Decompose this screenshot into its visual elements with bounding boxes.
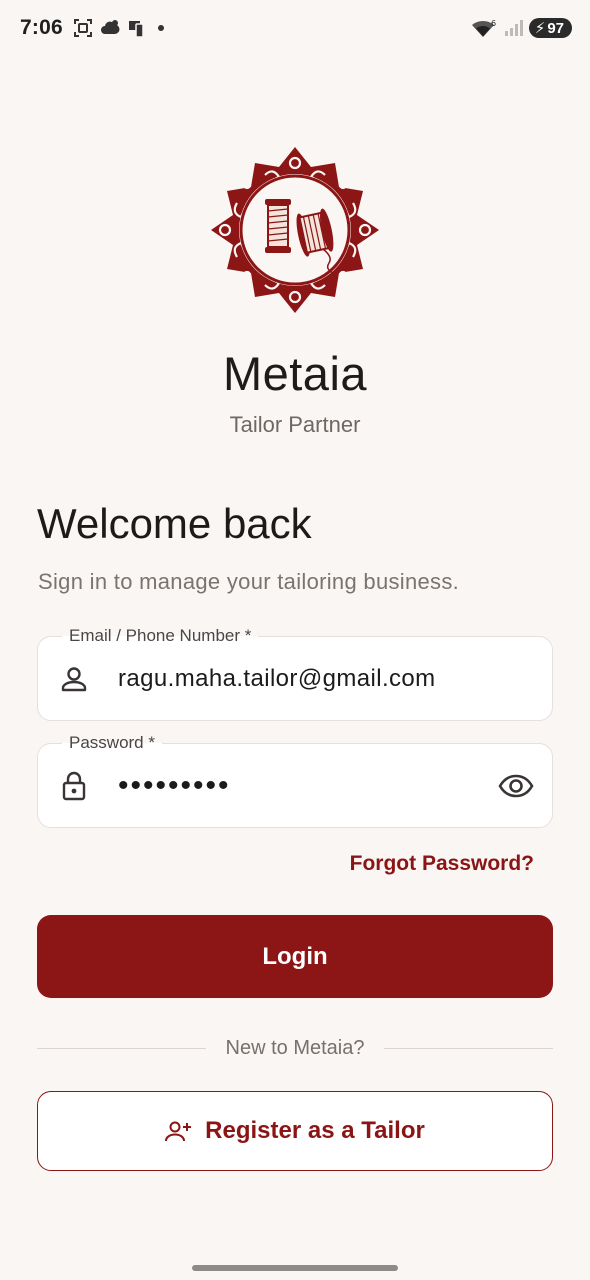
login-button[interactable]: Login <box>37 915 553 998</box>
eye-icon[interactable] <box>498 768 534 804</box>
email-input[interactable]: ragu.maha.tailor@gmail.com <box>118 665 482 693</box>
register-tailor-button[interactable]: Register as a Tailor <box>37 1091 553 1171</box>
divider-line-right <box>384 1047 553 1049</box>
app-subtitle: Tailor Partner <box>229 412 361 437</box>
welcome-subtitle: Sign in to manage your tailoring busines… <box>38 569 460 594</box>
register-divider: New to Metaia? <box>37 1035 553 1061</box>
lock-icon <box>58 770 90 802</box>
password-field-label: Password * <box>62 731 162 755</box>
add-person-icon <box>165 1121 192 1142</box>
weather-icon <box>100 20 120 34</box>
thread-spool-icon <box>265 199 291 253</box>
status-right: 6 ⚡ 97 <box>471 18 572 38</box>
password-field[interactable]: Password * ••••••••• <box>37 731 553 828</box>
metaia-logo <box>211 147 379 313</box>
register-tailor-label: Register as a Tailor <box>205 1117 425 1144</box>
wifi-icon: 6 <box>471 19 496 37</box>
svg-text:6: 6 <box>491 19 496 28</box>
status-left: 7:06 <box>20 16 164 40</box>
email-field[interactable]: Email / Phone Number * ragu.maha.tailor@… <box>37 624 553 721</box>
password-input[interactable]: ••••••••• <box>118 770 482 801</box>
home-indicator[interactable] <box>192 1265 398 1271</box>
battery-level: 97 <box>547 19 564 37</box>
battery-icon: ⚡ 97 <box>528 18 572 38</box>
screenshot-icon <box>73 19 92 37</box>
email-field-label: Email / Phone Number * <box>62 624 259 648</box>
device-icon <box>128 21 144 38</box>
status-notification-icons <box>73 18 164 38</box>
app-name: Metaia <box>222 347 368 400</box>
person-icon <box>58 663 90 695</box>
notification-dot <box>157 25 164 31</box>
welcome-title: Welcome back <box>37 500 312 547</box>
status-bar: 7:06 6 ⚡ 97 <box>0 0 590 56</box>
divider-text: New to Metaia? <box>225 1036 365 1059</box>
signal-icon <box>504 20 523 36</box>
charging-bolt-icon: ⚡ <box>534 20 546 37</box>
divider-line-left <box>37 1047 206 1049</box>
status-time: 7:06 <box>20 16 63 39</box>
forgot-password-link[interactable]: Forgot Password? <box>350 852 534 876</box>
